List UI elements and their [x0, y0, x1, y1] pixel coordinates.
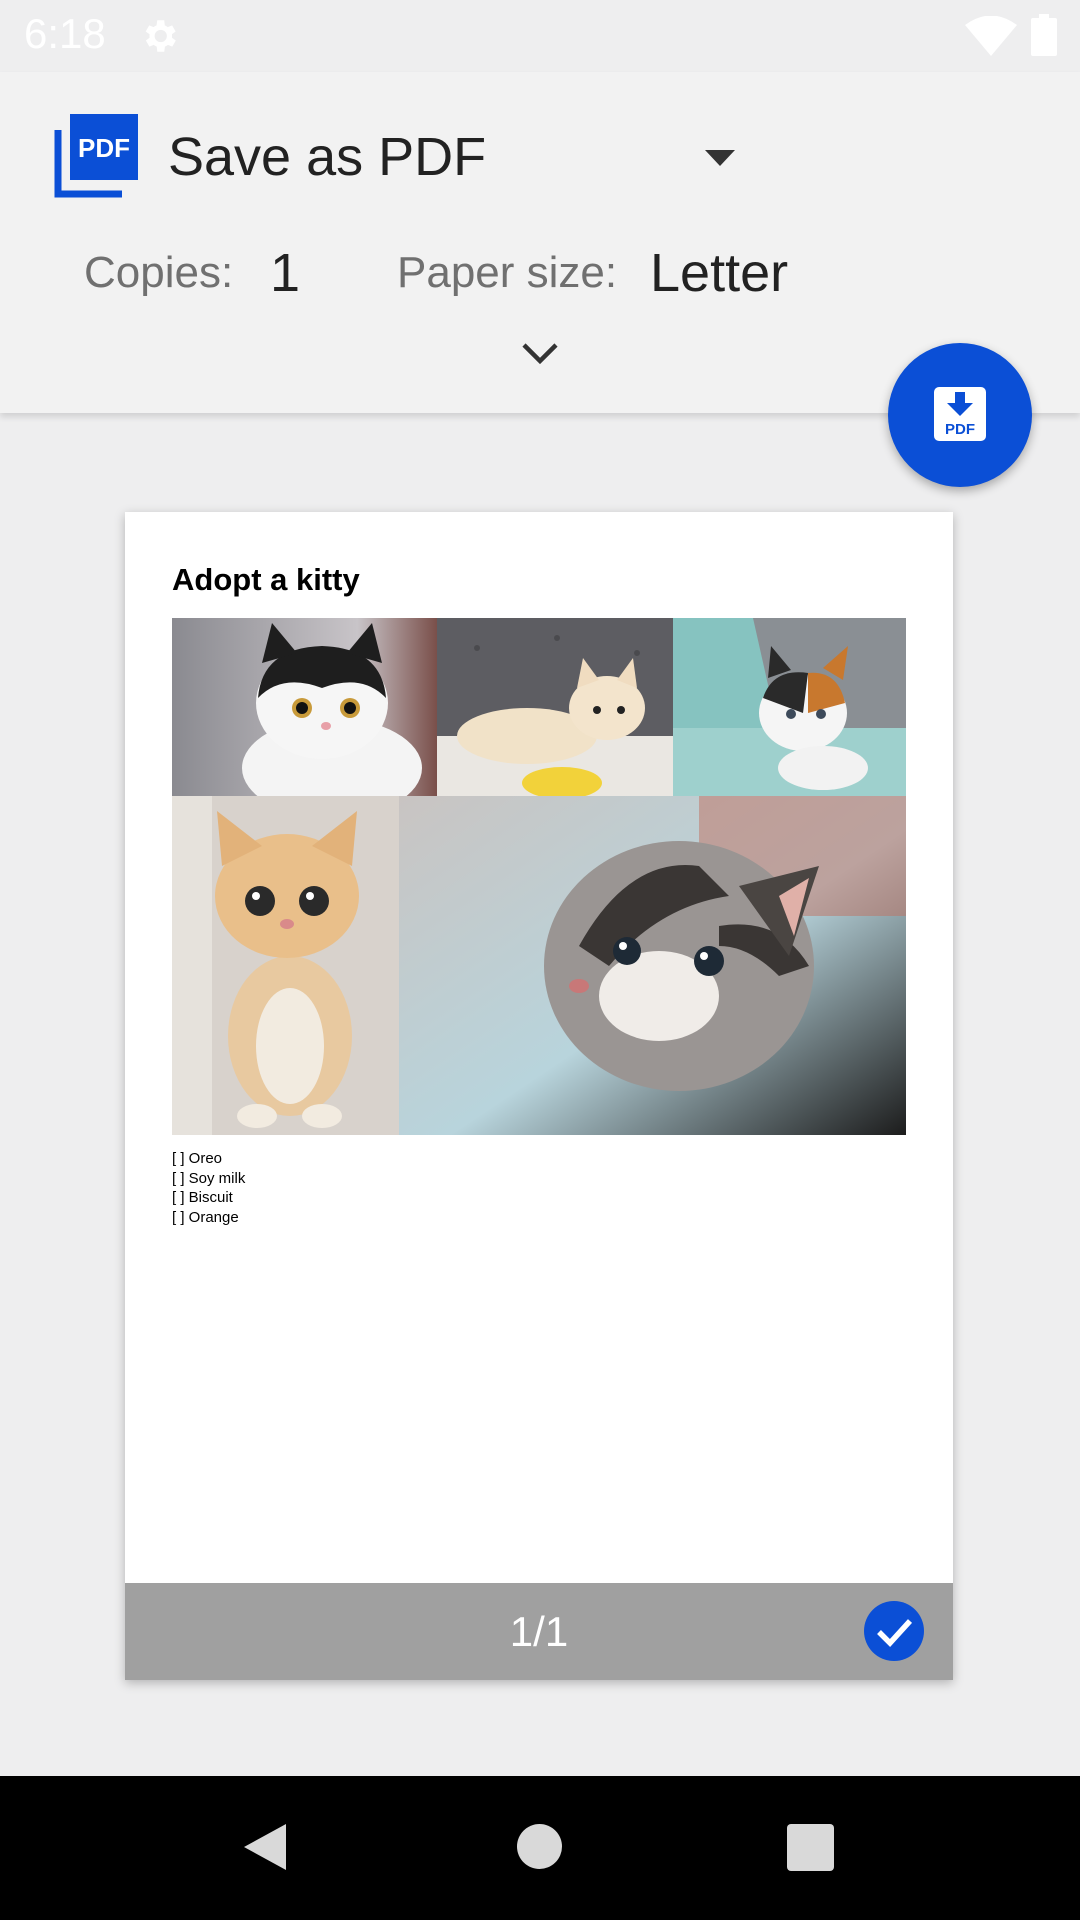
battery-icon: [1031, 14, 1057, 56]
checklist-item: [ ] Oreo: [172, 1150, 223, 1167]
paper-size-label: Paper size:: [397, 248, 618, 297]
check-icon: [877, 1619, 913, 1647]
wifi-icon: [965, 15, 1017, 56]
paper-size-value[interactable]: Letter: [650, 242, 788, 304]
svg-text:PDF: PDF: [945, 421, 975, 438]
status-time: 6:18: [24, 10, 106, 57]
kitten-photo-calico: [673, 618, 906, 796]
checklist-item: [ ] Biscuit: [172, 1189, 233, 1206]
status-bar: 6:18: [0, 0, 1080, 72]
checklist-item: [ ] Soy milk: [172, 1169, 246, 1187]
svg-text:PDF: PDF: [78, 133, 130, 163]
printer-select[interactable]: Save as PDF: [168, 126, 486, 188]
kitten-photo-tabby: [399, 796, 906, 1135]
kitten-photo-cream: [437, 618, 673, 796]
back-icon[interactable]: [242, 1822, 288, 1877]
page-indicator: 1/1: [509, 1608, 569, 1655]
recents-icon[interactable]: [787, 1824, 834, 1871]
copies-value[interactable]: 1: [270, 242, 300, 304]
kitten-photo-orange: [172, 796, 399, 1135]
gear-icon: [138, 15, 180, 57]
save-pdf-button[interactable]: PDF: [888, 343, 1032, 487]
checklist: [ ] Oreo [ ] Soy milk [ ] Biscuit [ ] Or…: [172, 1149, 245, 1227]
page-footer: 1/1: [125, 1583, 953, 1680]
checklist-item: [ ] Orange: [172, 1208, 239, 1226]
document-title: Adopt a kitty: [172, 562, 360, 597]
kitten-photo-black-white: [172, 618, 437, 796]
pdf-download-icon: PDF: [934, 387, 986, 441]
home-icon[interactable]: [517, 1824, 562, 1869]
expand-options-icon[interactable]: [516, 337, 564, 369]
preview-page[interactable]: Adopt a kitty [] Oreo [] Soy milk [] …: [125, 512, 953, 1680]
pdf-icon: PDF: [54, 114, 138, 198]
navigation-bar: [0, 1776, 1080, 1920]
page-select-checkbox[interactable]: [864, 1601, 924, 1661]
chevron-down-icon[interactable]: [700, 142, 740, 172]
copies-label: Copies:: [84, 248, 234, 297]
